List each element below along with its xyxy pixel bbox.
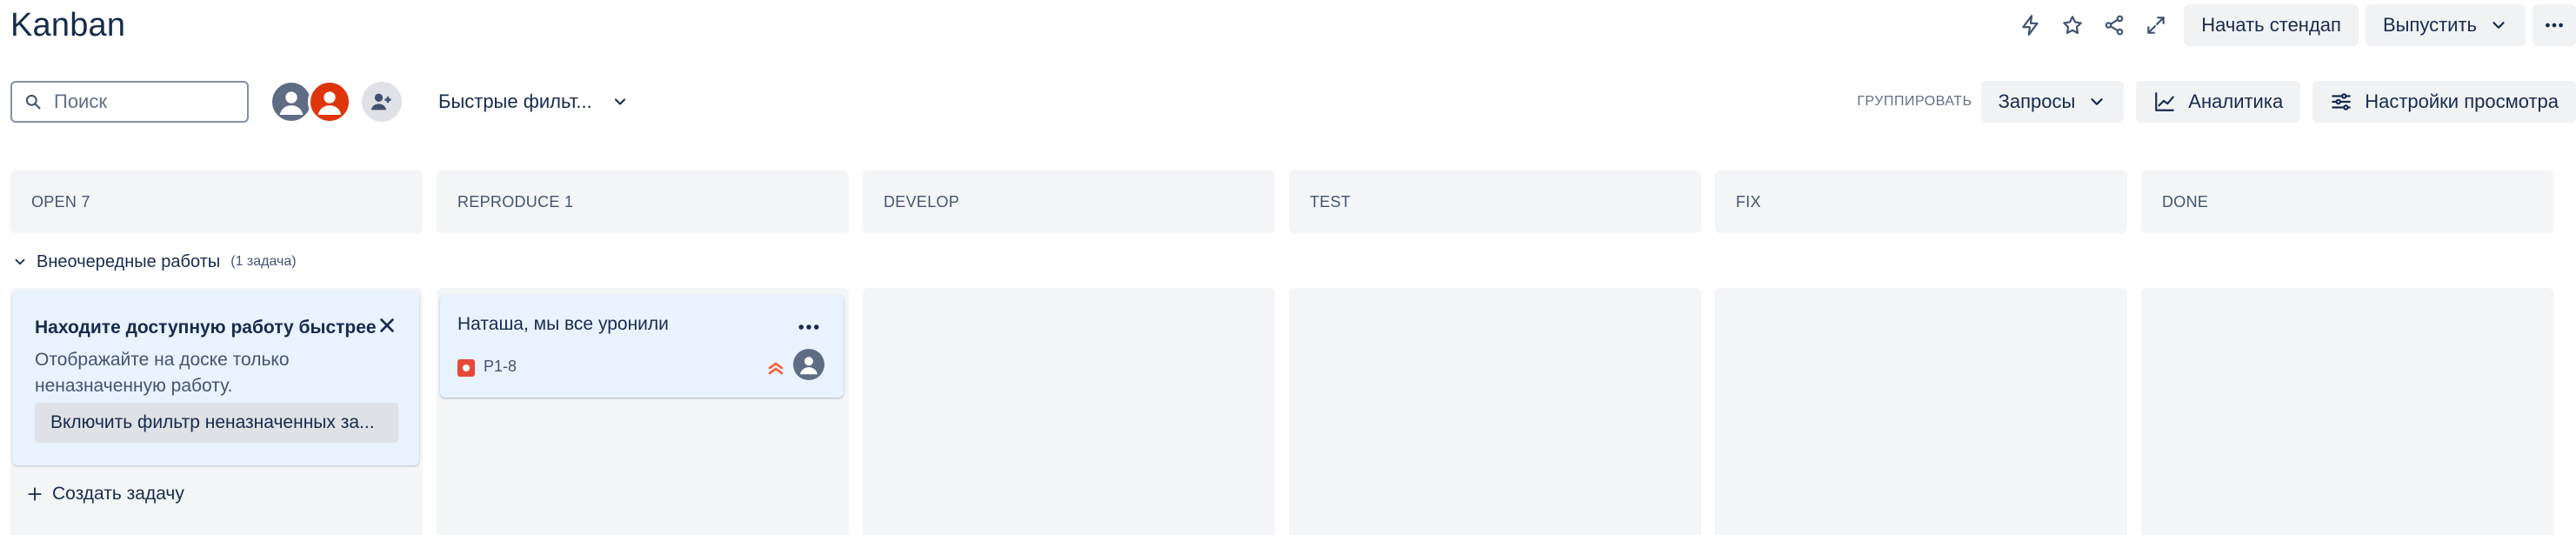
column-header-done[interactable]: DONE [2141,171,2553,233]
priority-high-icon [768,362,784,375]
lightning-icon[interactable] [2010,4,2052,46]
search-field[interactable] [10,81,249,123]
quick-filters-dropdown[interactable]: Быстрые фильт... [423,81,644,123]
chevron-down-icon [2091,98,2103,105]
chevron-down-icon [2493,22,2505,29]
column-body-develop [863,288,1275,535]
start-standup-label: Начать стендап [2201,14,2341,36]
column-header-test[interactable]: TEST [1289,171,1701,233]
expand-icon[interactable] [2135,4,2177,46]
search-icon [25,94,41,110]
unassigned-tip-card: Находите доступную работу быстрее Отобра… [12,291,419,465]
avatar[interactable] [308,80,351,124]
chevron-down-icon [614,98,625,105]
board-title: Kanban [10,7,126,43]
column-header-reproduce[interactable]: REPRODUCE 1 [437,171,849,233]
swimlane-count: (1 задача) [230,254,297,269]
group-by-value: Запросы [1998,90,2076,112]
add-person-icon [370,93,391,110]
bug-icon [457,359,475,377]
tip-text: Отображайте на доске только неназначенну… [35,350,290,396]
share-icon[interactable] [2093,4,2135,46]
start-standup-button[interactable]: Начать стендап [2184,4,2359,46]
release-label: Выпустить [2382,14,2477,36]
column-header-open[interactable]: OPEN 7 [10,171,423,233]
search-input[interactable] [52,90,230,114]
column-body-fix [1715,288,2127,535]
create-task-label: Создать задачу [52,484,184,504]
view-settings-label: Настройки просмотра [2365,90,2559,112]
column-header-develop[interactable]: DEVELOP [863,171,1275,233]
analytics-label: Аналитика [2188,90,2284,112]
swimlane-label: Внеочередные работы [37,251,221,271]
view-toolbar: ГРУППИРОВАТЬ Запросы Аналитика Настройки… [1857,81,2576,123]
column-body-test [1289,288,1701,535]
create-task-button[interactable]: Создать задачу [26,484,184,505]
card-key: P1-8 [484,358,517,375]
avatar[interactable] [270,80,313,124]
more-actions-button[interactable] [2533,4,2576,46]
chevron-down-icon [15,258,25,265]
card-title: Наташа, мы все уронили [457,314,669,334]
group-by-select[interactable]: Запросы [1980,81,2125,123]
group-by-label: ГРУППИРОВАТЬ [1857,94,1972,109]
star-icon[interactable] [2052,4,2093,46]
issue-card[interactable]: Наташа, мы все уронили P1-8 [440,295,844,398]
quick-filters-label: Быстрые фильт... [438,90,592,112]
swimlane-header[interactable]: Внеочередные работы (1 задача) [12,249,297,275]
enable-unassigned-filter-button[interactable]: Включить фильтр неназначенных за... [35,403,398,443]
close-icon[interactable] [376,314,398,337]
more-icon[interactable] [791,316,826,338]
view-settings-button[interactable]: Настройки просмотра [2312,81,2576,123]
settings-sliders-icon [2332,93,2352,110]
avatar[interactable] [793,349,824,380]
tip-title: Находите доступную работу быстрее [35,318,377,338]
add-person-button[interactable] [362,82,402,122]
analytics-button[interactable]: Аналитика [2136,81,2301,123]
column-body-done [2141,288,2553,535]
release-button[interactable]: Выпустить [2365,4,2526,46]
chart-icon [2155,92,2175,111]
more-icon [2546,23,2563,28]
column-header-fix[interactable]: FIX [1715,171,2127,233]
header-actions: Начать стендап Выпустить [2010,4,2576,46]
plus-icon [28,487,42,501]
